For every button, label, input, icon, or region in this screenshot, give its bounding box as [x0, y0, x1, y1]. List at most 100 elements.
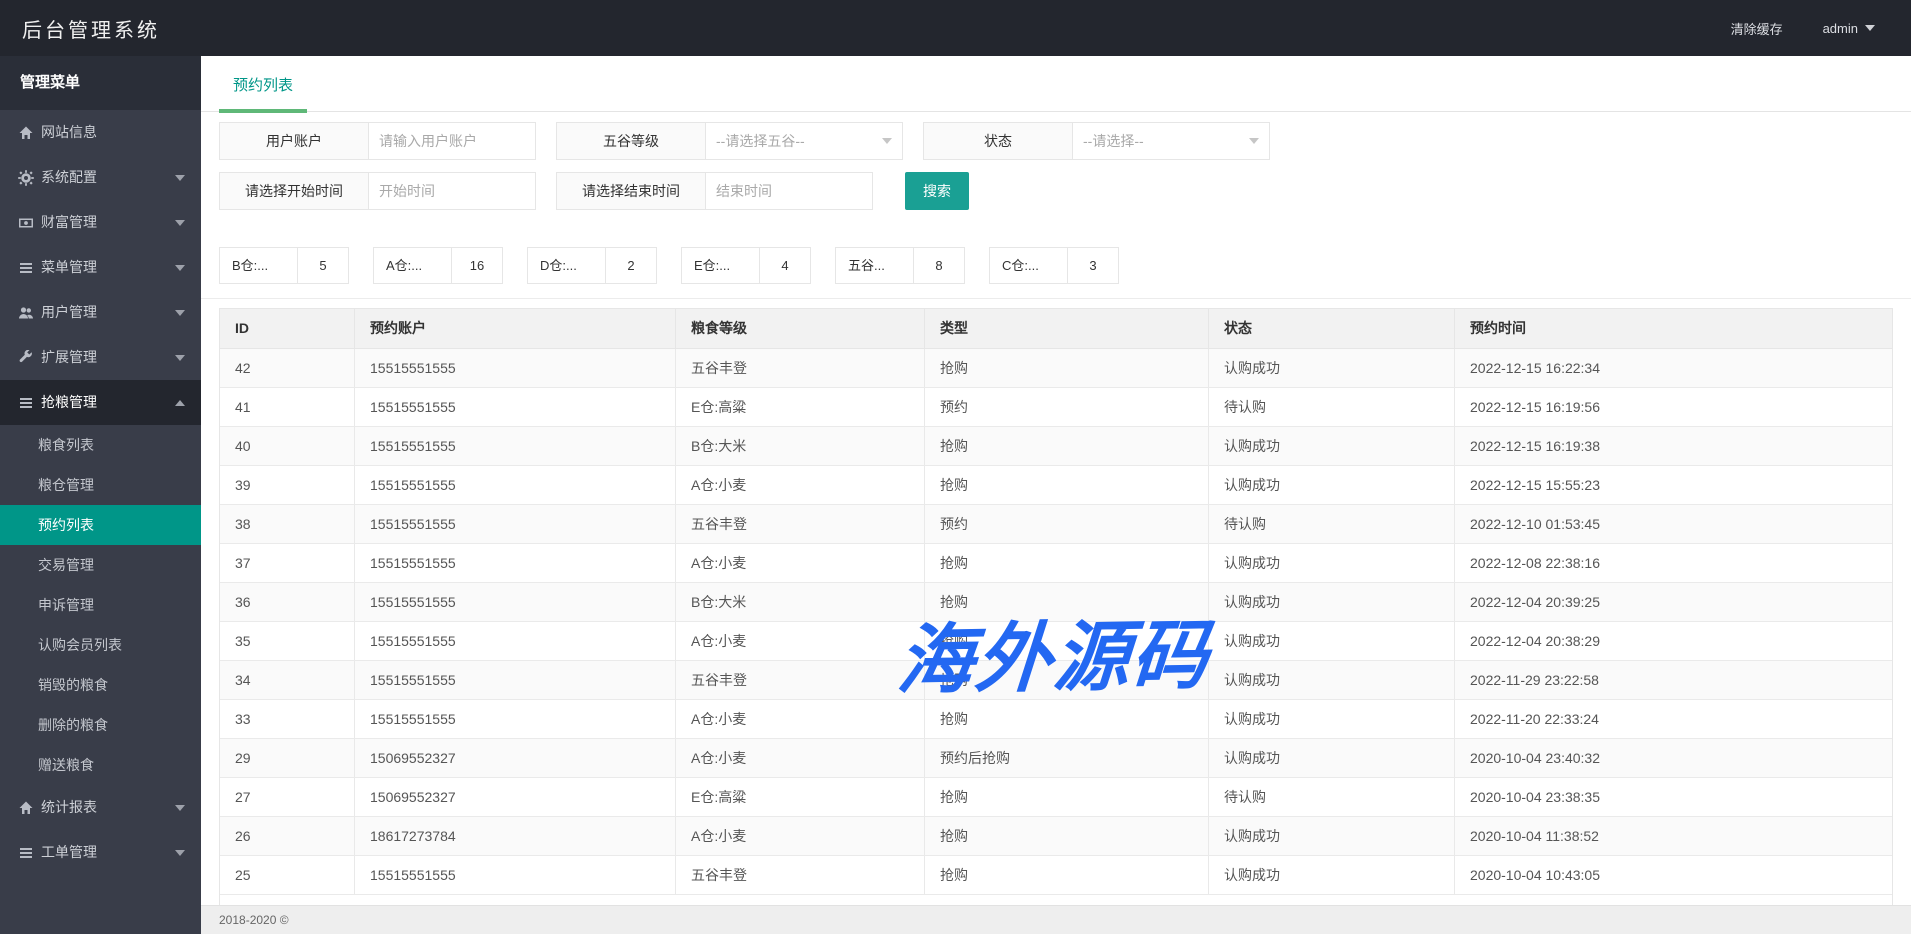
cell-status: 认购成功 — [1209, 700, 1455, 738]
sidebar-item[interactable]: 粮食列表 — [0, 425, 201, 465]
cell-type: 抢购 — [925, 622, 1209, 660]
cell-status: 认购成功 — [1209, 622, 1455, 660]
tab-reservation-list[interactable]: 预约列表 — [219, 70, 307, 112]
warehouse-stat-value: 4 — [760, 248, 810, 283]
sidebar-item-label: 删除的粮食 — [38, 705, 108, 745]
sidebar-item[interactable]: 交易管理 — [0, 545, 201, 585]
sidebar-item[interactable]: 菜单管理 — [0, 245, 201, 290]
sidebar-item[interactable]: 预约列表 — [0, 505, 201, 545]
cell-time: 2022-12-08 22:38:16 — [1455, 544, 1892, 582]
table-row: 37 15515551555 A仓:小麦 抢购 认购成功 2022-12-08 … — [220, 544, 1892, 583]
cell-time: 2022-12-15 16:22:34 — [1455, 349, 1892, 387]
sidebar-item[interactable]: 网站信息 — [0, 110, 201, 155]
table-row: 40 15515551555 B仓:大米 抢购 认购成功 2022-12-15 … — [220, 427, 1892, 466]
sidebar-item[interactable]: 用户管理 — [0, 290, 201, 335]
status-filter-group: 状态 --请选择-- — [923, 122, 1270, 160]
cell-id: 42 — [220, 349, 355, 387]
cell-id: 36 — [220, 583, 355, 621]
cell-grain-level: E仓:高粱 — [676, 778, 925, 816]
account-filter-group: 用户账户 — [219, 122, 536, 160]
end-time-label: 请选择结束时间 — [556, 172, 706, 210]
status-label: 状态 — [923, 122, 1073, 160]
footer: 2018-2020 © — [201, 905, 1911, 934]
cell-time: 2022-11-29 23:22:58 — [1455, 661, 1892, 699]
chevron-up-icon — [175, 400, 185, 406]
main-content: 预约列表 用户账户 五谷等级 --请选择五谷-- 状态 — [201, 56, 1911, 934]
sidebar-item[interactable]: 工单管理 — [0, 830, 201, 875]
sidebar-item-label: 统计报表 — [41, 785, 97, 830]
sidebar-item[interactable]: 系统配置 — [0, 155, 201, 200]
cell-time: 2022-12-04 20:38:29 — [1455, 622, 1892, 660]
col-status: 状态 — [1209, 309, 1455, 348]
table-row: 33 15515551555 A仓:小麦 抢购 认购成功 2022-11-20 … — [220, 700, 1892, 739]
table-row: 25 15515551555 五谷丰登 抢购 认购成功 2020-10-04 1… — [220, 856, 1892, 895]
sidebar-item[interactable]: 统计报表 — [0, 785, 201, 830]
cell-status: 认购成功 — [1209, 583, 1455, 621]
cell-time: 2020-10-04 11:38:52 — [1455, 817, 1892, 855]
filter-row-1: 用户账户 五谷等级 --请选择五谷-- 状态 --请选择-- — [219, 122, 1893, 160]
sidebar-item-label: 菜单管理 — [41, 245, 97, 290]
list-icon — [18, 845, 34, 861]
cell-id: 34 — [220, 661, 355, 699]
sidebar-item[interactable]: 财富管理 — [0, 200, 201, 245]
users-icon — [18, 305, 34, 321]
sidebar-item-label: 网站信息 — [41, 110, 97, 155]
cell-type: 抢购 — [925, 856, 1209, 894]
sidebar-item-label: 扩展管理 — [41, 335, 97, 380]
cell-account: 15515551555 — [355, 856, 676, 894]
chevron-down-icon — [175, 220, 185, 226]
cell-grain-level: A仓:小麦 — [676, 817, 925, 855]
cell-grain-level: A仓:小麦 — [676, 700, 925, 738]
warehouse-stat-badge: A仓:... 16 — [373, 247, 503, 284]
cell-account: 15515551555 — [355, 544, 676, 582]
sidebar-item[interactable]: 赠送粮食 — [0, 745, 201, 785]
cell-status: 待认购 — [1209, 505, 1455, 543]
cell-type: 预约后抢购 — [925, 739, 1209, 777]
grain-level-select[interactable]: --请选择五谷-- — [705, 122, 903, 160]
chevron-down-icon — [175, 310, 185, 316]
sidebar-item-label: 粮食列表 — [38, 425, 94, 465]
sidebar-header: 管理菜单 — [0, 56, 201, 110]
warehouse-stat-label: B仓:... — [220, 248, 298, 283]
cell-id: 37 — [220, 544, 355, 582]
cell-account: 15515551555 — [355, 583, 676, 621]
table-row: 39 15515551555 A仓:小麦 抢购 认购成功 2022-12-15 … — [220, 466, 1892, 505]
sidebar-item[interactable]: 扩展管理 — [0, 335, 201, 380]
cell-status: 认购成功 — [1209, 661, 1455, 699]
sidebar-item[interactable]: 抢粮管理 — [0, 380, 201, 425]
home-icon — [18, 125, 34, 141]
cell-id: 25 — [220, 856, 355, 894]
copyright-text: 2018-2020 © — [219, 913, 289, 927]
sidebar-item[interactable]: 申诉管理 — [0, 585, 201, 625]
user-menu[interactable]: admin — [1823, 21, 1875, 36]
gears-icon — [18, 170, 34, 186]
cell-grain-level: A仓:小麦 — [676, 466, 925, 504]
cell-account: 15069552327 — [355, 778, 676, 816]
sidebar-item[interactable]: 粮仓管理 — [0, 465, 201, 505]
list-icon — [18, 260, 34, 276]
clear-cache-link[interactable]: 清除缓存 — [1731, 19, 1783, 38]
sidebar-item[interactable]: 认购会员列表 — [0, 625, 201, 665]
sidebar-item[interactable]: 销毁的粮食 — [0, 665, 201, 705]
cell-grain-level: B仓:大米 — [676, 427, 925, 465]
warehouse-stat-badge: 五谷... 8 — [835, 247, 965, 284]
cell-grain-level: B仓:大米 — [676, 583, 925, 621]
warehouse-stat-label: 五谷... — [836, 248, 914, 283]
start-time-input[interactable] — [368, 172, 536, 210]
cell-account: 15515551555 — [355, 349, 676, 387]
sidebar-item[interactable]: 删除的粮食 — [0, 705, 201, 745]
warehouse-stat-label: A仓:... — [374, 248, 452, 283]
status-select[interactable]: --请选择-- — [1072, 122, 1270, 160]
end-time-input[interactable] — [705, 172, 873, 210]
search-button[interactable]: 搜索 — [905, 172, 969, 210]
topbar-actions: 清除缓存 admin — [1731, 19, 1911, 38]
topbar: 后台管理系统 清除缓存 admin — [0, 0, 1911, 56]
wrench-icon — [18, 350, 34, 366]
chevron-down-icon — [175, 265, 185, 271]
chevron-down-icon — [1249, 138, 1259, 144]
cell-account: 15515551555 — [355, 388, 676, 426]
warehouse-stat-label: D仓:... — [528, 248, 606, 283]
cell-type: 抢购 — [925, 817, 1209, 855]
table-row: 35 15515551555 A仓:小麦 抢购 认购成功 2022-12-04 … — [220, 622, 1892, 661]
account-input[interactable] — [368, 122, 536, 160]
